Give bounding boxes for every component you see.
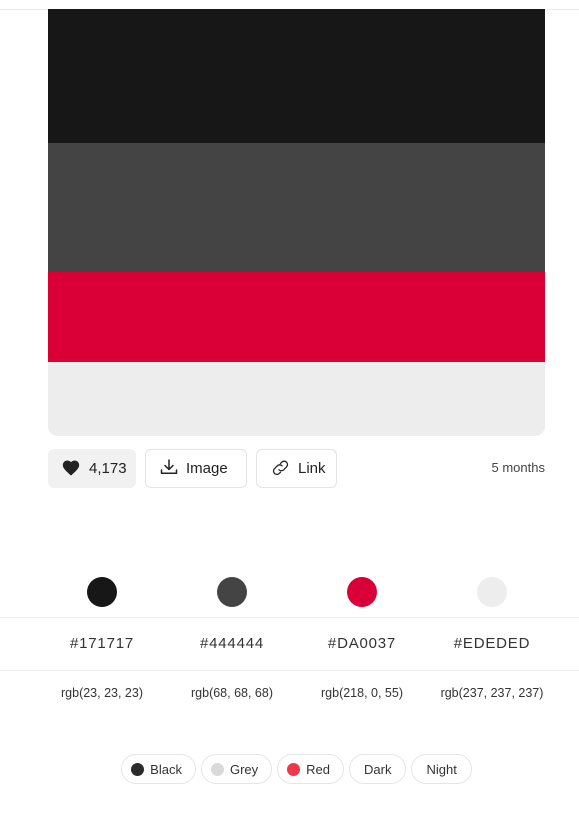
color-dot-3[interactable] xyxy=(477,577,507,607)
rgb-value-1[interactable]: rgb(68, 68, 68) xyxy=(167,686,297,700)
hex-code-0[interactable]: #171717 xyxy=(37,618,167,670)
palette-age: 5 months xyxy=(491,460,545,475)
link-label: Link xyxy=(298,460,326,477)
hex-code-1[interactable]: #444444 xyxy=(167,618,297,670)
tag-red[interactable]: Red xyxy=(277,754,344,784)
tag-label: Grey xyxy=(229,761,259,777)
tag-black[interactable]: Black xyxy=(121,754,196,784)
download-image-button[interactable]: Image xyxy=(145,449,247,488)
tag-list: Black Grey Red Dark Night xyxy=(0,754,579,784)
hex-codes-row: #171717 #444444 #DA0037 #EDEDED xyxy=(0,617,579,671)
rgb-value-0[interactable]: rgb(23, 23, 23) xyxy=(37,686,167,700)
color-dot-1[interactable] xyxy=(217,577,247,607)
tag-grey[interactable]: Grey xyxy=(200,754,273,784)
tag-night[interactable]: Night xyxy=(411,754,472,784)
tag-color-dot xyxy=(287,762,301,776)
swatch-3[interactable] xyxy=(48,362,545,436)
tag-color-dot xyxy=(210,762,224,776)
color-dots-row xyxy=(37,577,557,607)
rgb-values-row: rgb(23, 23, 23) rgb(68, 68, 68) rgb(218,… xyxy=(37,686,557,700)
swatch-1[interactable] xyxy=(48,143,545,272)
rgb-value-2[interactable]: rgb(218, 0, 55) xyxy=(297,686,427,700)
palette-preview[interactable] xyxy=(48,9,545,436)
link-icon xyxy=(271,459,290,479)
like-button[interactable]: 4,173 xyxy=(48,449,136,488)
tag-dark[interactable]: Dark xyxy=(349,754,407,784)
hex-code-2[interactable]: #DA0037 xyxy=(297,618,427,670)
tag-label: Red xyxy=(306,761,330,777)
swatch-0[interactable] xyxy=(48,9,545,143)
swatch-2[interactable] xyxy=(48,272,545,362)
copy-link-button[interactable]: Link xyxy=(256,449,337,488)
likes-count: 4,173 xyxy=(89,460,127,477)
image-label: Image xyxy=(186,460,228,477)
rgb-value-3[interactable]: rgb(237, 237, 237) xyxy=(427,686,557,700)
download-icon xyxy=(160,458,178,479)
tag-label: Black xyxy=(150,761,182,777)
color-dot-0[interactable] xyxy=(87,577,117,607)
heart-icon xyxy=(61,458,81,480)
tag-label: Dark xyxy=(364,761,392,777)
palette-actions: 4,173 Image Link xyxy=(48,449,337,488)
color-dot-2[interactable] xyxy=(347,577,377,607)
tag-color-dot xyxy=(131,762,145,776)
tag-label: Night xyxy=(426,761,457,777)
hex-code-3[interactable]: #EDEDED xyxy=(427,618,557,670)
